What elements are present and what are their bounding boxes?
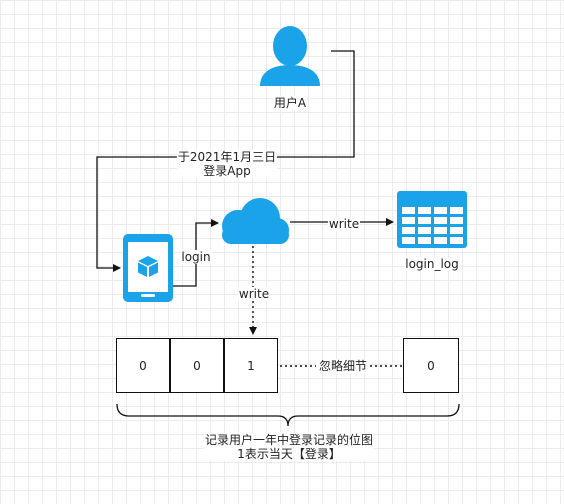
user-label: 用户A [272, 96, 308, 110]
bitmap-cell-last: 0 [403, 338, 459, 393]
phone-icon [123, 234, 173, 302]
login-event-line-1: 于2021年1月三日 [177, 150, 277, 164]
bitmap-cell: 0 [116, 338, 170, 393]
bitmap-cell: 1 [224, 338, 278, 393]
bitmap-cell: 0 [170, 338, 224, 393]
login-event-line-2: 登录App [203, 164, 251, 178]
table-icon [397, 191, 467, 248]
bitmap-ellipsis-label: 忽略细节 [315, 359, 371, 373]
cloud-icon [222, 198, 289, 244]
bitmap-caption-line-1: 记录用户一年中登录记录的位图 [204, 433, 374, 447]
user-icon [260, 26, 320, 86]
login-event-label: 于2021年1月三日 登录App [176, 150, 278, 178]
diagram-canvas [96, 26, 467, 427]
login-edge-label: login [180, 250, 212, 264]
bitmap-caption-line-2: 1表示当天【登录】 [237, 447, 341, 461]
storage-label: login_log [404, 257, 460, 271]
bitmap-brace [116, 403, 460, 427]
write-edge-label-top: write [327, 217, 361, 231]
write-edge-label-down: write [237, 287, 271, 301]
bitmap-caption: 记录用户一年中登录记录的位图 1表示当天【登录】 [203, 433, 375, 461]
